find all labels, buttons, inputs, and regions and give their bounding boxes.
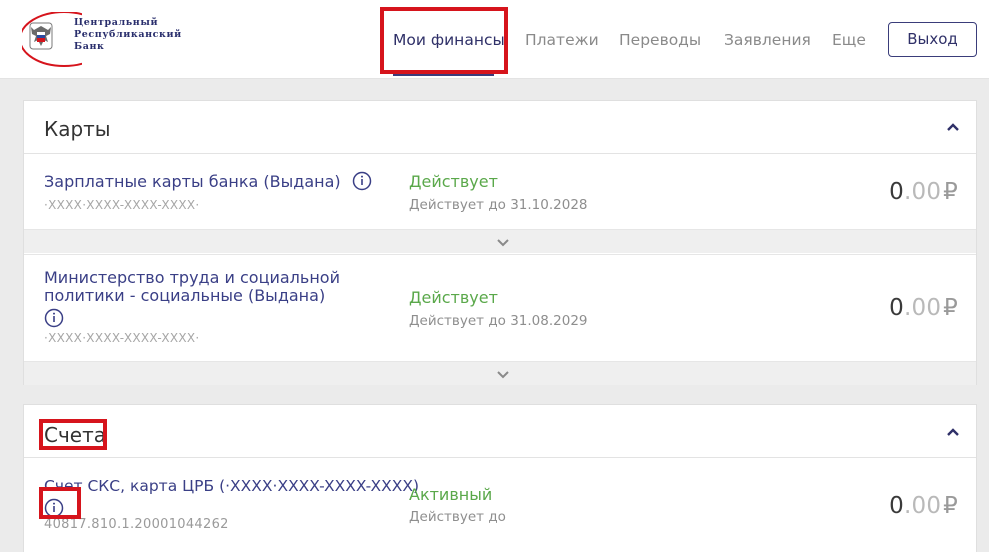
card-valid-until: Действует до 31.10.2028: [409, 197, 588, 213]
coat-of-arms-icon: [22, 12, 82, 67]
card-name-text: Зарплатные карты банка (Выдана): [44, 172, 341, 191]
info-icon[interactable]: [352, 171, 372, 191]
card-row[interactable]: Зарплатные карты банка (Выдана) ·XXXX·XX…: [24, 155, 976, 229]
account-status: Активный: [409, 485, 493, 504]
cards-title: Карты: [44, 117, 111, 141]
card-row[interactable]: Министерство труда и социальной политики…: [24, 254, 976, 361]
account-number: 40817.810.1.20001044262: [44, 517, 229, 532]
highlight-box-accounts-title: [39, 419, 107, 450]
logo-line-3: Банк: [74, 41, 105, 52]
card-name-line-2: политики - социальные (Выдана): [44, 286, 326, 305]
account-row[interactable]: Счет СКС, карта ЦРБ (·XXXX·XXXX-XXXX-XXX…: [24, 459, 976, 552]
info-icon[interactable]: [44, 308, 64, 328]
account-name[interactable]: Счет СКС, карта ЦРБ (·XXXX·XXXX-XXXX-XXX…: [44, 477, 419, 518]
account-name-text: Счет СКС, карта ЦРБ (·XXXX·XXXX-XXXX-XXX…: [44, 477, 420, 495]
card-name[interactable]: Министерство труда и социальной политики…: [44, 269, 340, 328]
balance-decimal: .00: [903, 295, 942, 321]
balance-decimal: .00: [903, 493, 942, 519]
card-expand-bar[interactable]: [24, 229, 976, 253]
logo-line-2: Республиканский: [74, 29, 182, 40]
card-name[interactable]: Зарплатные карты банка (Выдана): [44, 171, 372, 191]
card-status: Действует: [409, 172, 498, 191]
logout-button[interactable]: Выход: [888, 22, 977, 57]
cards-panel-header[interactable]: Карты: [24, 101, 976, 154]
currency-symbol: ₽: [943, 295, 958, 321]
balance-integer: 0: [889, 493, 904, 519]
card-masked-number: ·XXXX·XXXX-XXXX-XXXX·: [44, 331, 200, 345]
nav-transfers[interactable]: Переводы: [619, 31, 701, 49]
card-balance: 0.00₽: [889, 295, 958, 321]
accounts-panel: Счета Счет СКС, карта ЦРБ (·XXXX·XXXX-XX…: [23, 404, 977, 552]
nav-more[interactable]: Еще: [832, 31, 866, 49]
bank-logo[interactable]: Центральный Республиканский Банк: [22, 12, 192, 68]
chevron-down-icon[interactable]: [496, 370, 510, 379]
chevron-up-icon[interactable]: [946, 122, 960, 132]
bank-name: Центральный Республиканский Банк: [74, 17, 182, 53]
card-valid-until: Действует до 31.08.2029: [409, 313, 588, 329]
highlight-box-nav: [380, 7, 508, 74]
card-name-line-1: Министерство труда и социальной: [44, 268, 340, 287]
balance-decimal: .00: [903, 179, 942, 205]
card-status: Действует: [409, 288, 498, 307]
account-balance: 0.00₽: [889, 493, 958, 519]
nav-payments[interactable]: Платежи: [525, 31, 599, 49]
logo-line-1: Центральный: [74, 17, 159, 28]
cards-panel: Карты Зарплатные карты банка (Выдана) ·X…: [23, 100, 977, 385]
highlight-box-info-icon: [39, 487, 81, 519]
balance-integer: 0: [889, 295, 904, 321]
chevron-up-icon[interactable]: [946, 427, 960, 437]
card-masked-number: ·XXXX·XXXX-XXXX-XXXX·: [44, 198, 200, 212]
currency-symbol: ₽: [943, 493, 958, 519]
currency-symbol: ₽: [943, 179, 958, 205]
balance-integer: 0: [889, 179, 904, 205]
card-balance: 0.00₽: [889, 179, 958, 205]
nav-applications[interactable]: Заявления: [724, 31, 811, 49]
account-valid-until: Действует до: [409, 509, 506, 525]
card-expand-bar[interactable]: [24, 361, 976, 385]
chevron-down-icon[interactable]: [496, 238, 510, 247]
accounts-panel-header[interactable]: Счета: [24, 405, 976, 458]
